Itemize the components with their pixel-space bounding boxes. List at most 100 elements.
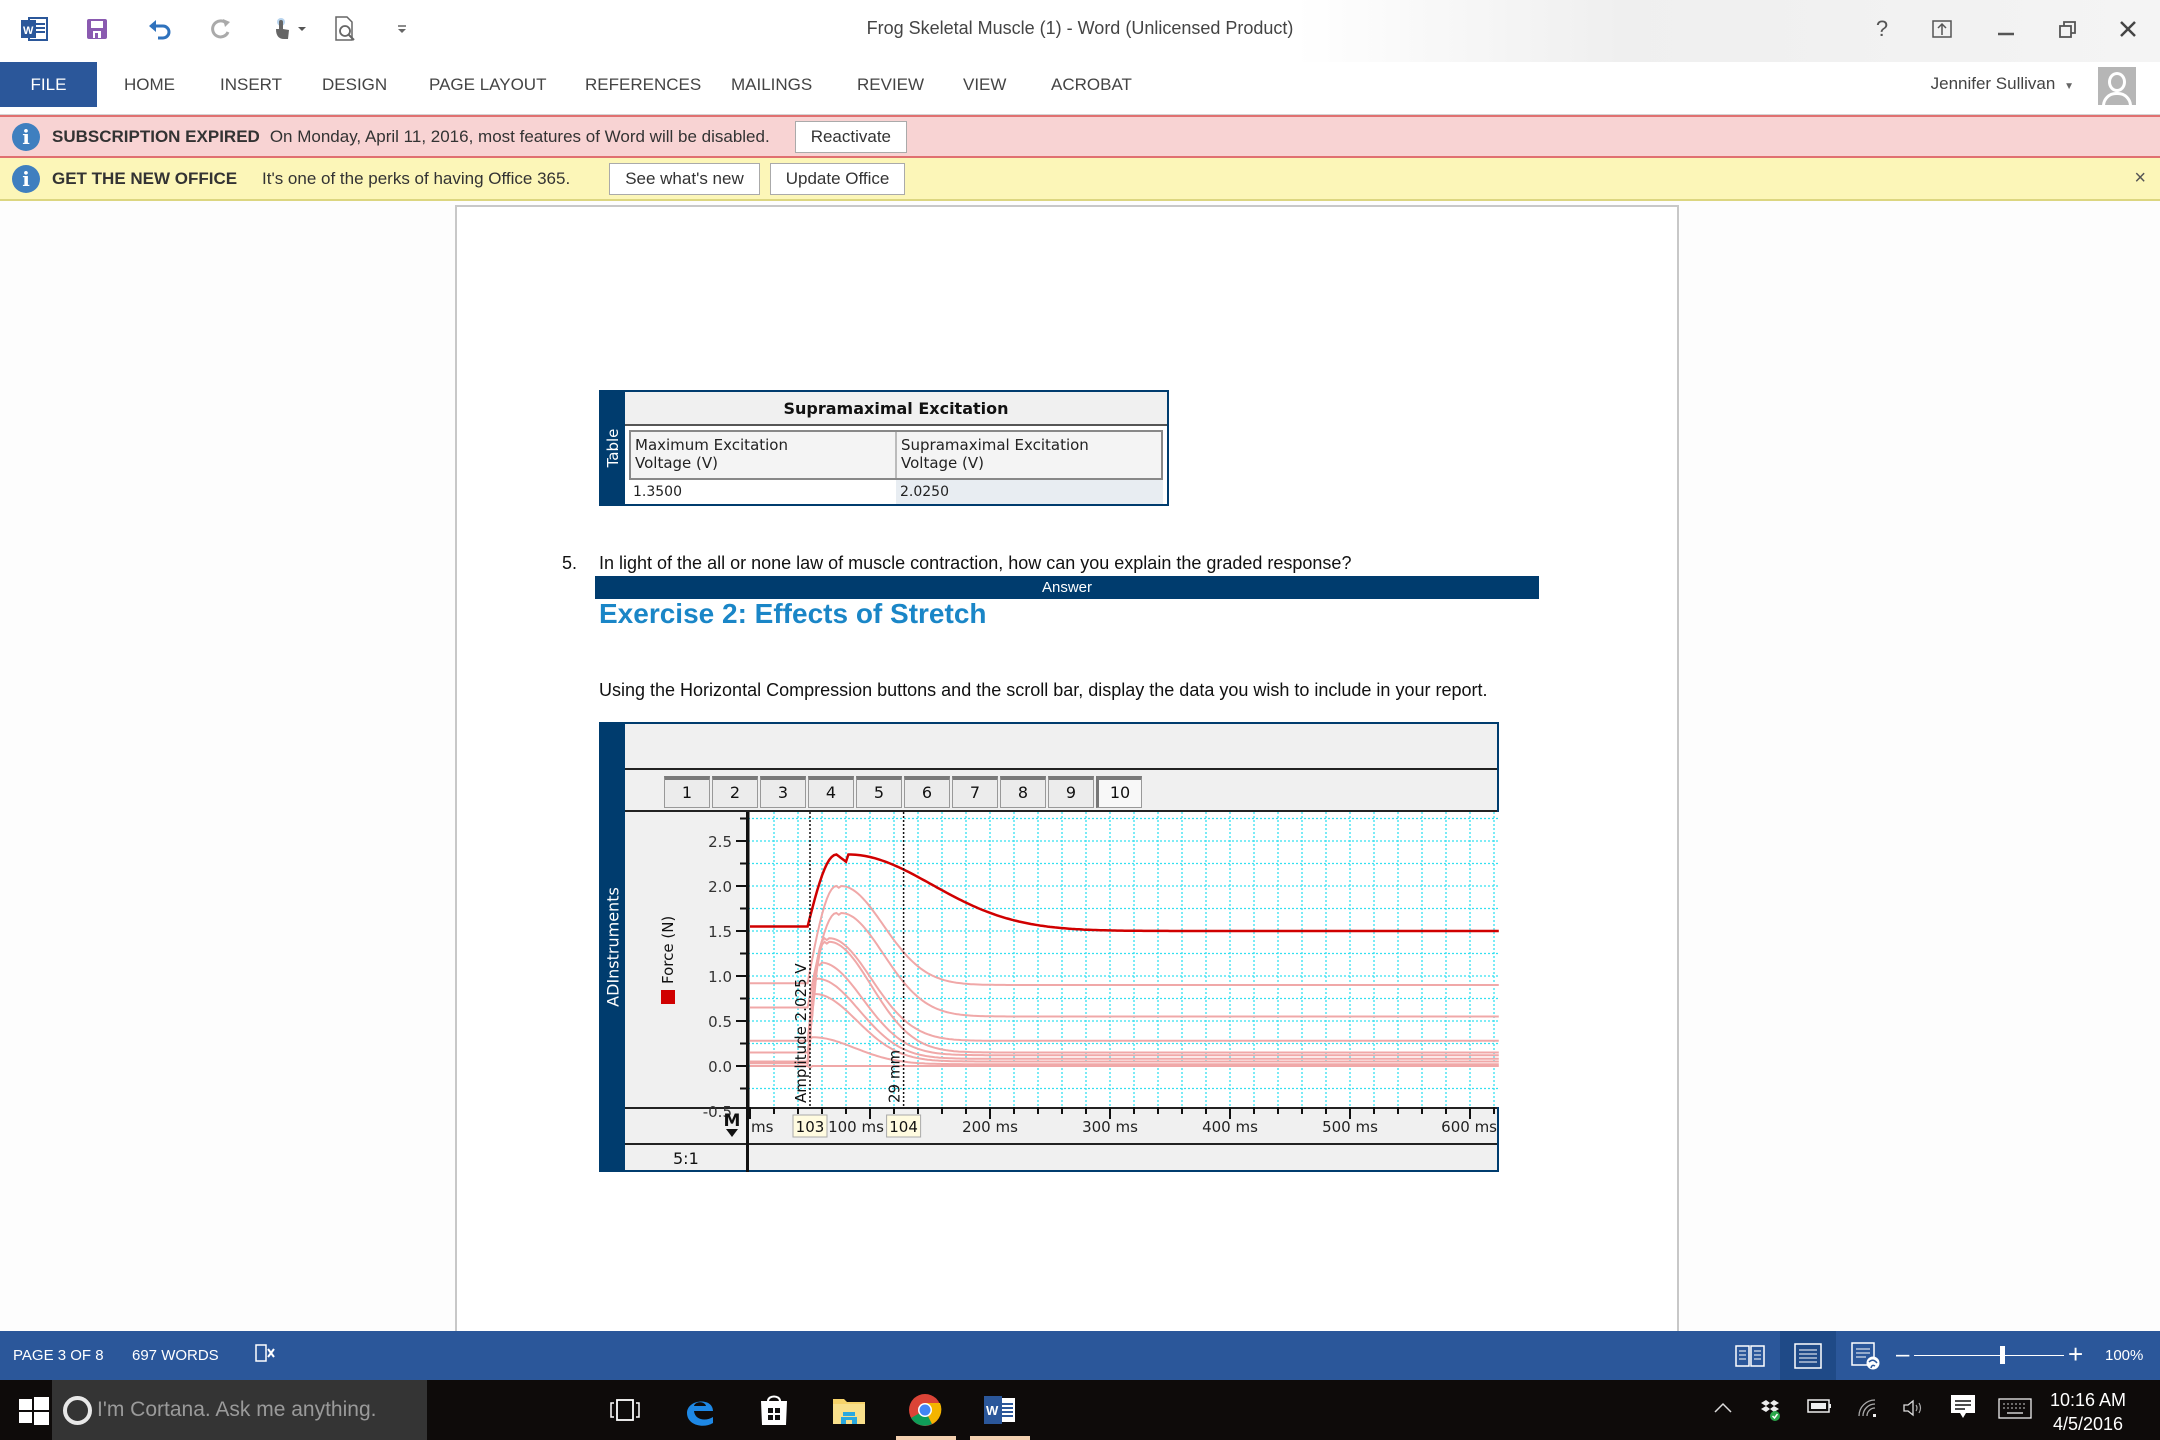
x-tick-label: 200 ms — [962, 1118, 1018, 1136]
table-header-cell: Maximum Excitation Voltage (V) — [631, 432, 897, 478]
y-tick-label: 1.0 — [708, 968, 732, 986]
message-title: GET THE NEW OFFICE — [52, 168, 238, 188]
x-tick-label: ms — [751, 1118, 774, 1136]
tab-references[interactable]: REFERENCES — [573, 62, 713, 107]
restore-button[interactable] — [2048, 12, 2088, 46]
clock[interactable]: 10:16 AM 4/5/2016 — [2050, 1388, 2126, 1436]
minimize-icon — [1998, 32, 2014, 36]
reactivate-button[interactable]: Reactivate — [794, 120, 908, 153]
labchart-figure: ADInstruments 1 2 3 4 5 6 7 8 9 10 5:1 2.5 2.0 1.5 1… — [599, 722, 1499, 1172]
info-icon: i — [12, 122, 40, 151]
y-tick-label: 2.0 — [708, 878, 732, 896]
tab-view[interactable]: VIEW — [951, 62, 1018, 107]
web-layout-button[interactable] — [1838, 1331, 1894, 1380]
chevron-down-icon: ▼ — [2064, 81, 2074, 92]
ribbon-tabs: FILE HOME INSERT DESIGN PAGE LAYOUT REFE… — [0, 62, 2160, 115]
message-text: On Monday, April 11, 2016, most features… — [269, 126, 770, 146]
force-chart: 2.52.01.51.00.50.0-0.5Force (N)Amplitude… — [659, 812, 1499, 1138]
print-layout-icon — [1794, 1342, 1822, 1369]
exercise-heading: Exercise 2: Effects of Stretch — [599, 598, 987, 629]
cursor-marker-label: 104 — [889, 1118, 918, 1136]
zoom-in-button[interactable]: + — [2068, 1339, 2083, 1370]
zoom-slider-thumb[interactable] — [2000, 1346, 2006, 1364]
help-button[interactable]: ? — [1862, 12, 1902, 46]
channel-label-text: Force (N) — [659, 916, 677, 984]
table-side-label: Table — [601, 392, 625, 504]
volume-icon[interactable] — [1902, 1398, 1926, 1423]
show-hidden-icons[interactable] — [1713, 1398, 1733, 1419]
table-cell: 1.3500 — [633, 484, 682, 500]
table-cell: 2.0250 — [896, 480, 1163, 504]
zoom-level[interactable]: 100% — [2105, 1347, 2143, 1364]
tab-home[interactable]: HOME — [112, 62, 187, 107]
channel-label[interactable]: Force (N) — [659, 916, 677, 1004]
close-icon[interactable]: × — [2134, 167, 2146, 190]
store-icon[interactable] — [754, 1390, 794, 1430]
word-taskbar-icon[interactable]: W — [980, 1390, 1020, 1430]
word-count[interactable]: 697 WORDS — [132, 1347, 219, 1364]
question-number: 5. — [562, 553, 578, 573]
close-button[interactable] — [2108, 12, 2148, 46]
cortana-icon — [63, 1396, 92, 1425]
avatar[interactable] — [2098, 67, 2136, 105]
tab-insert[interactable]: INSERT — [208, 62, 294, 107]
window-title: Frog Skeletal Muscle (1) - Word (Unlicen… — [866, 18, 1294, 38]
cursor-label: 29 mm — [886, 1050, 904, 1103]
y-tick-label: 0.0 — [708, 1058, 732, 1076]
zoom-slider[interactable] — [1914, 1355, 2064, 1356]
tab-page-layout[interactable]: PAGE LAYOUT — [417, 62, 558, 107]
update-office-button[interactable]: Update Office — [769, 162, 906, 195]
read-mode-button[interactable] — [1722, 1331, 1778, 1380]
ribbon-display-options-button[interactable] — [1922, 12, 1962, 46]
table-title: Supramaximal Excitation — [625, 392, 1167, 426]
cortana-search[interactable]: I'm Cortana. Ask me anything. — [52, 1380, 427, 1440]
tab-review[interactable]: REVIEW — [845, 62, 936, 107]
start-button[interactable] — [16, 1394, 50, 1426]
dropbox-icon[interactable] — [1758, 1398, 1782, 1427]
table-header-row: Maximum Excitation Voltage (V) Supramaxim… — [629, 430, 1163, 480]
y-tick-label: 2.5 — [708, 833, 732, 851]
tab-file[interactable]: FILE — [0, 62, 97, 107]
action-center-icon[interactable] — [1950, 1394, 1976, 1425]
minimize-button[interactable] — [1986, 12, 2026, 46]
supramaximal-table: Table Supramaximal Excitation Maximum Ex… — [599, 390, 1169, 506]
x-tick-label: 100 ms — [828, 1118, 884, 1136]
title-bar: W Frog Skeletal Muscle (1) - Word (Unlic… — [0, 0, 2160, 62]
x-tick-label: 400 ms — [1202, 1118, 1258, 1136]
close-icon — [2120, 21, 2136, 37]
windows-logo-icon — [19, 1397, 49, 1425]
marker-arrow-icon — [726, 1129, 738, 1137]
battery-icon[interactable] — [1807, 1398, 1833, 1419]
x-tick-label: 500 ms — [1322, 1118, 1378, 1136]
word-window: W Frog Skeletal Muscle (1) - Word (Unlic… — [0, 0, 2160, 1440]
marker-icon[interactable]: M — [724, 1111, 741, 1131]
chrome-running-indicator — [896, 1436, 956, 1440]
proofing-icon[interactable] — [254, 1343, 278, 1369]
chrome-icon[interactable] — [905, 1390, 945, 1430]
cursor-marker-label: 103 — [796, 1118, 825, 1136]
channel-color-swatch — [661, 990, 675, 1004]
page-count[interactable]: PAGE 3 OF 8 — [13, 1347, 104, 1364]
subscription-expired-bar: i SUBSCRIPTION EXPIRED On Monday, April … — [0, 115, 2160, 158]
user-account[interactable]: Jennifer Sullivan ▼ — [1931, 74, 2074, 94]
svg-text:W: W — [986, 1403, 999, 1418]
task-view-icon[interactable] — [605, 1390, 645, 1430]
touch-keyboard-icon[interactable] — [1998, 1398, 2032, 1425]
tab-mailings[interactable]: MAILINGS — [719, 62, 824, 107]
x-tick-label: 600 ms — [1441, 1118, 1497, 1136]
date: 4/5/2016 — [2052, 1414, 2124, 1434]
taskbar: I'm Cortana. Ask me anything. W 10:16 AM… — [0, 1380, 2160, 1440]
see-whats-new-button[interactable]: See what's new — [609, 162, 760, 195]
tab-acrobat[interactable]: ACROBAT — [1039, 62, 1144, 107]
wifi-icon[interactable] — [1857, 1398, 1879, 1423]
print-layout-button[interactable] — [1780, 1331, 1836, 1380]
zoom-out-button[interactable]: – — [1896, 1341, 1909, 1369]
answer-field[interactable]: Answer — [595, 576, 1539, 599]
file-explorer-icon[interactable] — [829, 1390, 869, 1430]
x-tick-label: 300 ms — [1082, 1118, 1138, 1136]
read-mode-icon — [1735, 1344, 1765, 1367]
edge-icon[interactable] — [680, 1390, 720, 1430]
y-tick-label: 0.5 — [708, 1013, 732, 1031]
ribbon-display-icon — [1932, 20, 1952, 38]
tab-design[interactable]: DESIGN — [310, 62, 399, 107]
